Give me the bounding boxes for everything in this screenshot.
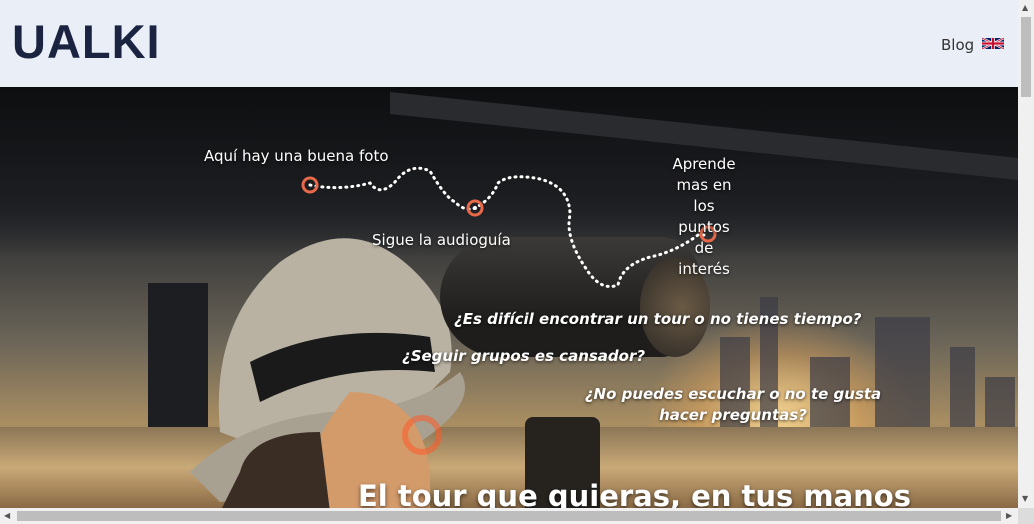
hero-headline: El tour que quieras, en tus manos [358,479,911,508]
ualki-logo[interactable]: UALKI [12,18,161,65]
scrollbar-corner [1018,508,1034,524]
scroll-left-icon[interactable]: ◀ [4,511,10,520]
tour-path-graphic [301,166,717,288]
site-header: UALKI Blog [0,0,1018,87]
vertical-scroll-thumb[interactable] [1021,17,1031,97]
horizontal-scroll-thumb[interactable] [17,511,1001,521]
scroll-down-icon[interactable]: ▼ [1022,494,1028,503]
question-follow-groups: ¿Seguir grupos es cansador? [402,347,646,365]
scroll-up-icon[interactable]: ▲ [1022,3,1028,12]
horizontal-scrollbar[interactable]: ◀ ▶ [0,508,1018,524]
scroll-right-icon[interactable]: ▶ [1006,511,1012,520]
hero-banner: Aquí hay una buena foto Sigue la audiogu… [0,87,1018,508]
question-find-tour: ¿Es difícil encontrar un tour o no tiene… [454,310,862,328]
audio-guide-label: Sigue la audioguía [372,231,511,249]
photo-spot-label: Aquí hay una buena foto [204,147,389,165]
tour-path-dotted-line [308,166,710,288]
vertical-scrollbar[interactable]: ▲ ▼ [1018,0,1034,508]
question-cannot-hear: ¿No puedes escuchar o no te gusta hacer … [584,385,882,424]
points-of-interest-label: Aprende mas en los puntos de interés [672,155,736,278]
nav-blog-link[interactable]: Blog [941,36,974,54]
uk-flag-icon[interactable] [982,36,1004,51]
